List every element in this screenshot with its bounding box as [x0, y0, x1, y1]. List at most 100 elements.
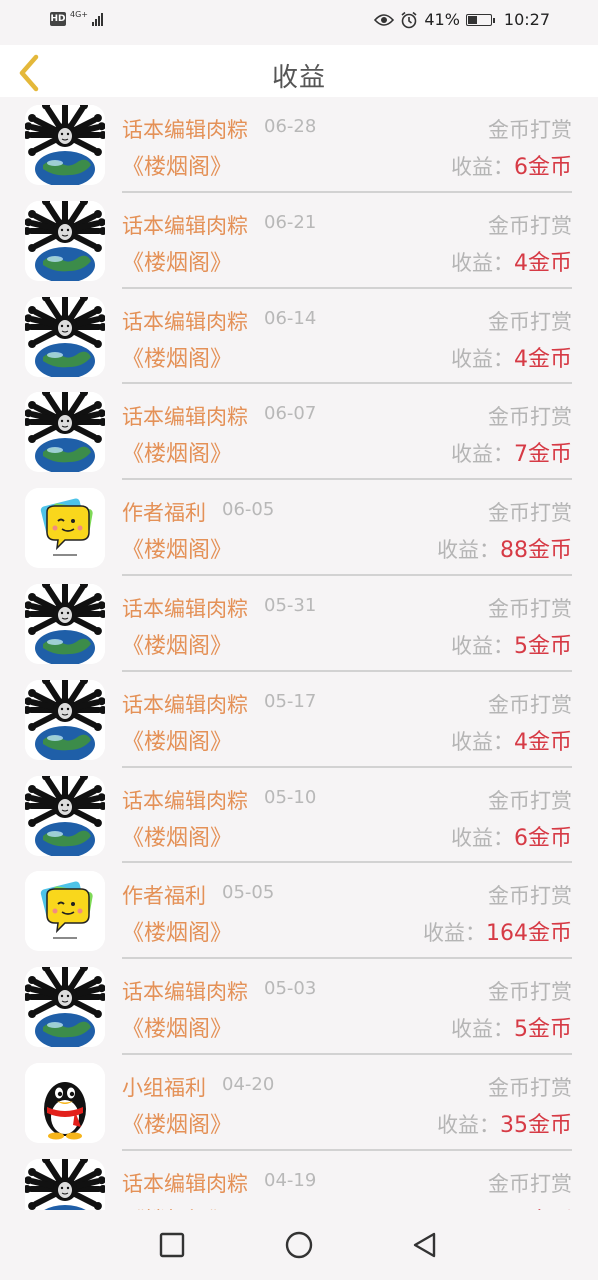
reward-type: 金币打赏 [488, 118, 572, 142]
reward-type: 金币打赏 [488, 692, 572, 717]
income-amount: 收益：35金币 [437, 1107, 572, 1139]
record-date: 06-28 [264, 116, 317, 137]
reward-type: 金币打赏 [488, 884, 572, 909]
coin-amount: 6 [513, 825, 528, 851]
globe-meme-icon [25, 775, 105, 856]
coin-amount: 35 [499, 1112, 528, 1138]
income-amount: 收益：88金币 [437, 532, 572, 564]
income-record-row[interactable]: 作者福利 05-05 金币打赏 《楼烟阁》 收益：164金币 [0, 863, 598, 960]
income-label: 收益： [422, 921, 486, 946]
income-list[interactable]: 话本编辑肉粽 06-28 金币打赏 《楼烟阁》 收益：6金币 话本编辑肉粽 06-21 金币打… [0, 97, 598, 1210]
globe-meme-icon [25, 200, 105, 281]
avatar [25, 967, 105, 1048]
globe-meme-icon [25, 679, 105, 760]
book-title: 《楼烟阁》 [122, 346, 233, 372]
avatar [25, 1062, 105, 1143]
battery-icon [465, 13, 495, 26]
globe-meme-icon [25, 967, 105, 1048]
avatar [25, 1158, 105, 1210]
income-record-row[interactable]: 话本编辑肉粽 04-19 金币打赏《楼烟阁》 收益：5金币 [0, 1151, 598, 1210]
sender-name: 话本编辑肉粽 [122, 788, 248, 813]
coin-unit: 金币 [527, 633, 572, 659]
penguin-icon [25, 1062, 105, 1143]
globe-meme-icon [25, 1158, 105, 1210]
network-type: 4G+ [70, 10, 88, 19]
record-date: 05-03 [264, 978, 317, 1000]
income-label: 收益： [450, 155, 514, 179]
status-left: HD 4G+ [50, 10, 103, 26]
record-date: 05-10 [264, 786, 317, 808]
income-label: 收益： [436, 1112, 500, 1137]
signal-icon [92, 12, 103, 26]
reward-type: 金币打赏 [488, 405, 572, 430]
record-date: 05-31 [264, 594, 317, 616]
avatar [25, 105, 105, 185]
book-title: 《楼烟阁》 [122, 729, 233, 755]
income-record-row[interactable]: 话本编辑肉粽 05-03 金币打赏 《楼烟阁》 收益：5金币 [0, 959, 598, 1055]
income-record-row[interactable]: 话本编辑肉粽 06-21 金币打赏 《楼烟阁》 收益：4金币 [0, 193, 598, 289]
alarm-icon [401, 11, 417, 28]
avatar [25, 296, 105, 377]
income-amount: 收益：4金币 [451, 245, 572, 277]
coin-amount: 7 [513, 442, 528, 468]
avatar [25, 679, 105, 760]
income-record-row[interactable]: 话本编辑肉粽 06-28 金币打赏 《楼烟阁》 收益：6金币 [0, 97, 598, 193]
recents-button[interactable] [157, 1230, 187, 1260]
income-amount: 收益：5金币 [451, 1011, 572, 1043]
avatar [25, 488, 105, 569]
battery-percent: 41% [424, 10, 460, 29]
record-date: 04-20 [222, 1073, 275, 1095]
income-record-row[interactable]: 话本编辑肉粽 05-17 金币打赏 《楼烟阁》 收益：4金币 [0, 672, 598, 768]
income-label: 收益： [450, 346, 514, 371]
coin-amount: 88 [499, 538, 528, 564]
home-button[interactable] [284, 1230, 314, 1260]
record-date: 04-19 [264, 1169, 317, 1191]
sender-name: 话本编辑肉粽 [122, 980, 248, 1005]
income-record-row[interactable]: 小组福利 04-20 金币打赏 《楼烟阁》 收益：35金币 [0, 1055, 598, 1151]
income-amount: 收益：4金币 [451, 341, 572, 373]
income-amount: 收益：7金币 [451, 436, 572, 468]
record-date: 06-14 [264, 307, 317, 329]
triangle-back-icon [413, 1232, 436, 1258]
coin-unit: 金币 [527, 346, 572, 372]
income-amount: 收益：6金币 [451, 149, 572, 181]
income-label: 收益： [450, 729, 514, 754]
income-record-row[interactable]: 话本编辑肉粽 05-10 金币打赏 《楼烟阁》 收益：6金币 [0, 768, 598, 864]
avatar [25, 871, 105, 952]
book-title: 《楼烟阁》 [122, 442, 233, 468]
income-label: 收益： [450, 250, 514, 275]
coin-unit: 金币 [527, 921, 572, 947]
book-title: 《楼烟阁》 [122, 825, 233, 851]
coin-amount: 4 [513, 346, 528, 372]
square-icon [159, 1232, 185, 1258]
book-title: 《楼烟阁》 [122, 921, 233, 947]
record-date: 06-21 [264, 211, 317, 233]
coin-amount: 5 [513, 1017, 528, 1043]
coin-amount: 4 [513, 250, 528, 276]
book-title: 《楼烟阁》 [122, 1203, 232, 1210]
globe-meme-icon [25, 583, 105, 664]
reward-type: 金币打赏 [488, 1171, 572, 1196]
coin-unit: 金币 [527, 250, 572, 276]
income-label: 收益： [436, 538, 500, 563]
income-record-row[interactable]: 话本编辑肉粽 06-07 金币打赏 《楼烟阁》 收益：7金币 [0, 384, 598, 481]
system-nav-bar [0, 1210, 598, 1280]
nav-back-button[interactable] [410, 1230, 440, 1260]
coin-unit: 金币 [527, 155, 572, 180]
coin-amount: 6 [513, 155, 528, 180]
eye-icon [374, 13, 395, 26]
sender-name: 作者福利 [122, 501, 206, 526]
income-record-row[interactable]: 话本编辑肉粽 05-31 金币打赏 《楼烟阁》 收益：5金币 [0, 576, 598, 672]
book-title: 《楼烟阁》 [122, 538, 233, 564]
income-record-row[interactable]: 话本编辑肉粽 06-14 金币打赏 《楼烟阁》 收益：4金币 [0, 289, 598, 385]
book-title: 《楼烟阁》 [122, 250, 233, 276]
income-amount: 收益：4金币 [451, 724, 572, 756]
book-title: 《楼烟阁》 [122, 155, 233, 180]
coin-unit: 金币 [527, 729, 572, 755]
sender-name: 话本编辑肉粽 [122, 405, 248, 430]
book-title: 《楼烟阁》 [122, 1017, 233, 1043]
chat-bubble-icon [25, 488, 105, 569]
income-record-row[interactable]: 作者福利 06-05 金币打赏 《楼烟阁》 收益：88金币 [0, 480, 598, 576]
clock-time: 10:27 [503, 10, 550, 29]
record-date: 06-05 [222, 499, 275, 521]
